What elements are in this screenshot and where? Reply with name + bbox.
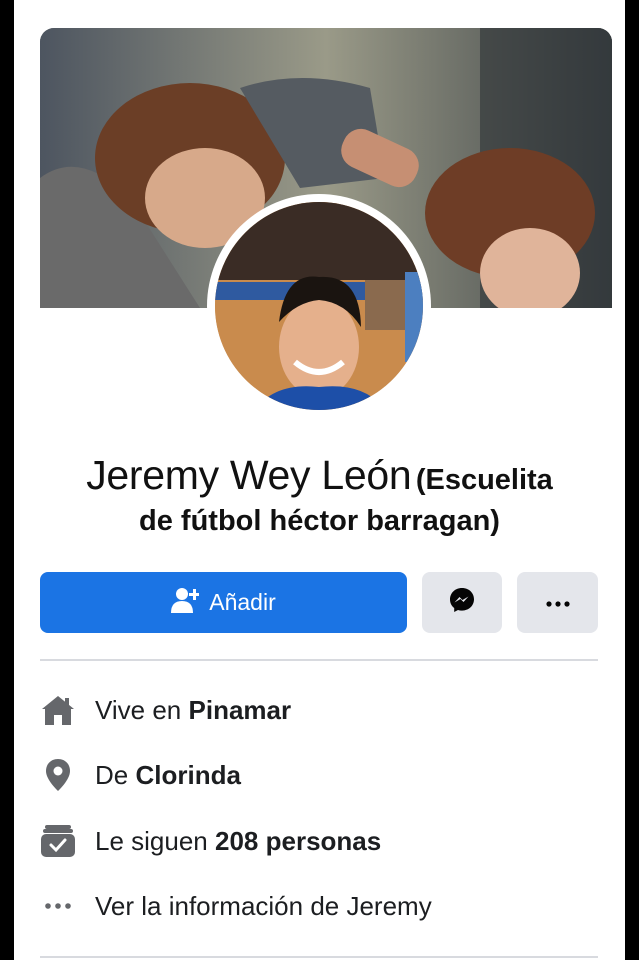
lives-value[interactable]: Pinamar [189,695,292,725]
more-options-button[interactable] [517,572,598,633]
info-row-see-more[interactable]: Ver la información de Jeremy [40,886,598,926]
profile-avatar-ring[interactable] [207,194,431,418]
home-icon [40,692,76,728]
followers-value[interactable]: 208 personas [215,826,381,856]
see-info-link[interactable]: Ver la información de Jeremy [95,891,432,922]
profile-avatar[interactable] [215,202,423,410]
add-friend-button[interactable]: Añadir [40,572,407,633]
lives-prefix: Vive en [95,694,182,725]
more-dots-icon [545,594,570,612]
more-dots-icon [40,888,76,924]
profile-screen: Jeremy Wey León (Escuelita de fútbol héc… [14,0,625,960]
info-row-followers: Le siguen 208 personas [40,821,598,861]
divider-top [40,659,598,661]
from-prefix: De [95,759,129,790]
location-pin-icon [40,757,76,793]
info-row-lives: Vive en Pinamar [40,690,598,730]
divider-bottom [40,956,598,958]
alternate-name-line2: de fútbol héctor barragan) [139,505,500,538]
profile-name-block: Jeremy Wey León (Escuelita de fútbol héc… [14,450,625,540]
add-friend-icon [171,587,201,619]
profile-name: Jeremy Wey León [86,452,412,498]
followers-prefix: Le siguen [95,825,208,856]
followers-icon [40,823,76,859]
info-row-from: De Clorinda [40,755,598,795]
messenger-icon [449,587,475,618]
from-value[interactable]: Clorinda [135,760,240,790]
avatar-image [215,202,423,410]
alternate-name-line1: (Escuelita [415,464,553,496]
add-friend-label: Añadir [209,589,276,615]
profile-actions: Añadir [40,572,598,633]
messenger-button[interactable] [422,572,502,633]
